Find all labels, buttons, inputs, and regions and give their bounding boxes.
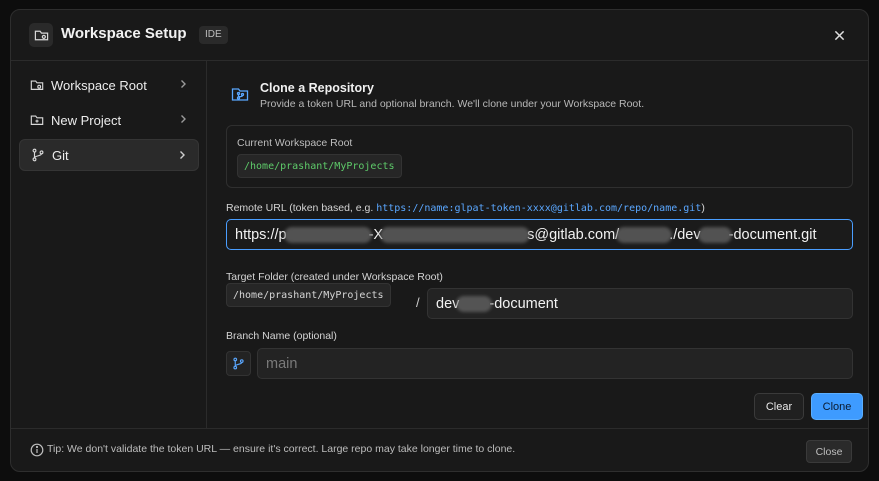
git-branch-icon[interactable] — [226, 351, 251, 376]
folder-git-icon — [230, 84, 250, 104]
redacted-mask — [283, 226, 372, 243]
remote-url-input[interactable]: https://p -X s@gitlab.com/./dev -document.g… — [226, 219, 853, 250]
remote-url-label: Remote URL (token based, e.g. https://na… — [226, 202, 705, 214]
current-root-label: Current Workspace Root — [237, 137, 353, 149]
redacted-mask — [380, 226, 531, 243]
folder-plus-icon — [29, 112, 45, 128]
sidebar-item-label: Git — [52, 147, 69, 163]
current-root-path: /home/prashant/MyProjects — [237, 154, 402, 178]
info-icon — [30, 443, 44, 457]
close-icon[interactable] — [830, 26, 848, 44]
redacted-mask — [697, 226, 732, 243]
modal-footer: Tip: We don't validate the token URL — e… — [11, 428, 868, 471]
workspace-setup-modal: Workspace Setup IDE Workspace Root New P… — [10, 9, 869, 472]
close-button[interactable]: Close — [806, 440, 852, 463]
modal-title: Workspace Setup — [61, 25, 187, 42]
remote-url-example: https://name:glpat-token-xxxx@gitlab.com… — [376, 203, 702, 214]
branch-label: Branch Name (optional) — [226, 330, 337, 342]
target-folder-input[interactable]: dev -document — [427, 288, 853, 319]
sidebar: Workspace Root New Project Git — [11, 61, 207, 428]
section-subtitle: Provide a token URL and optional branch.… — [260, 98, 645, 110]
git-branch-icon — [30, 147, 46, 163]
clone-button[interactable]: Clone — [811, 393, 863, 420]
chevron-right-icon — [180, 151, 185, 159]
sidebar-item-git[interactable]: Git — [19, 139, 199, 171]
sidebar-item-new-project[interactable]: New Project — [19, 104, 199, 136]
target-folder-prefix: /home/prashant/MyProjects — [226, 283, 391, 307]
sidebar-item-label: New Project — [51, 112, 122, 128]
ide-badge: IDE — [199, 26, 228, 44]
branch-input[interactable] — [257, 348, 853, 379]
chevron-right-icon — [181, 80, 186, 88]
folder-gear-icon — [29, 23, 53, 47]
redacted-mask — [616, 226, 673, 243]
clear-button[interactable]: Clear — [754, 393, 804, 420]
tip-text: Tip: We don't validate the token URL — e… — [47, 443, 516, 455]
sidebar-item-workspace-root[interactable]: Workspace Root — [19, 69, 199, 101]
git-clone-panel: Clone a Repository Provide a token URL a… — [208, 61, 868, 428]
chevron-right-icon — [181, 115, 186, 123]
target-folder-label: Target Folder (created under Workspace R… — [226, 271, 443, 283]
redacted-mask — [456, 295, 493, 312]
modal-header: Workspace Setup IDE — [11, 10, 868, 61]
section-title: Clone a Repository — [260, 81, 374, 95]
folder-gear-icon — [29, 77, 45, 93]
current-root-card: Current Workspace Root /home/prashant/My… — [226, 125, 853, 188]
sidebar-item-label: Workspace Root — [51, 77, 147, 93]
path-separator: / — [416, 295, 420, 310]
